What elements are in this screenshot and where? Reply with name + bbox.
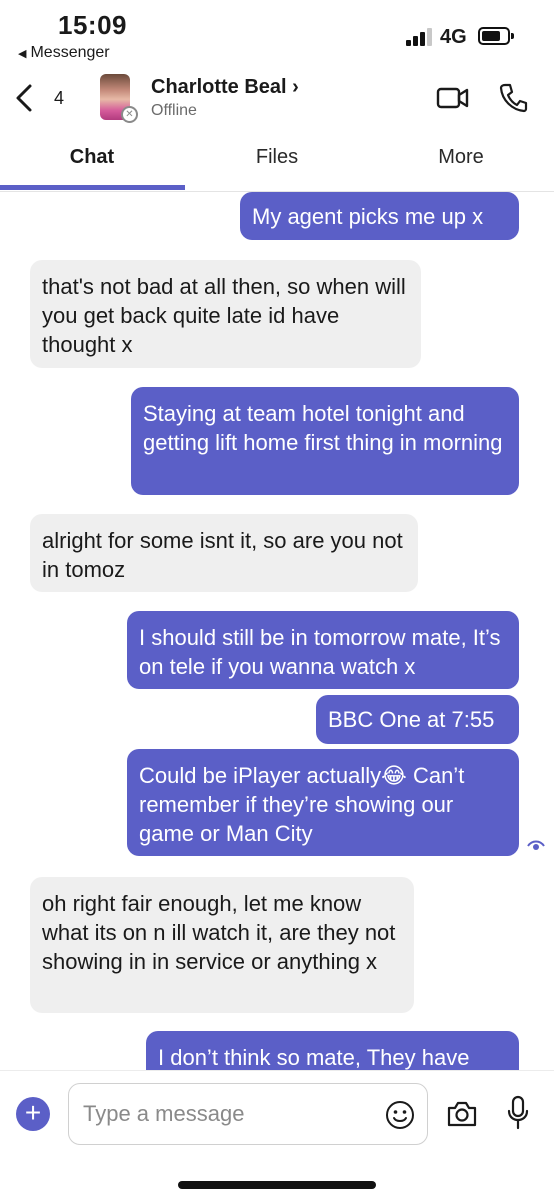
message-bubble-incoming[interactable]: oh right fair enough, let me know what i… (30, 877, 414, 1013)
unread-count[interactable]: 4 (54, 88, 64, 109)
plus-icon[interactable]: + (16, 1097, 50, 1131)
video-call-icon[interactable] (436, 84, 470, 112)
message-composer: + (0, 1070, 554, 1200)
phone-call-icon[interactable] (498, 82, 528, 114)
chevron-right-icon: › (292, 76, 299, 98)
contact-name[interactable]: Charlotte Beal › (151, 76, 299, 99)
back-triangle-icon: ◀ (18, 47, 27, 60)
contact-name-text: Charlotte Beal (151, 76, 287, 98)
chevron-left-icon[interactable] (12, 78, 38, 118)
message-bubble-outgoing[interactable]: My agent picks me up x (240, 192, 519, 240)
status-bar: 15:09 ◀ Messenger 4G (0, 0, 554, 66)
microphone-icon[interactable] (506, 1095, 530, 1131)
chat-tabs: Chat Files More (0, 130, 554, 192)
camera-icon[interactable] (446, 1099, 478, 1129)
cellular-signal-icon (406, 28, 434, 46)
message-bubble-outgoing[interactable]: I don’t think so mate, They have (146, 1031, 519, 1070)
back-to-app-link[interactable]: ◀ Messenger (18, 44, 110, 62)
back-app-label: Messenger (30, 44, 110, 61)
message-bubble-outgoing[interactable]: Staying at team hotel tonight and gettin… (131, 387, 519, 495)
contact-status: Offline (151, 102, 197, 119)
emoji-icon[interactable] (385, 1100, 415, 1130)
message-input-box[interactable] (68, 1083, 428, 1145)
chat-header: 4 ✕ Charlotte Beal › Offline (0, 66, 554, 130)
network-type: 4G (440, 26, 467, 48)
tab-more[interactable]: More (369, 146, 553, 169)
tab-chat[interactable]: Chat (0, 146, 184, 169)
message-input[interactable] (83, 1098, 373, 1130)
offline-presence-icon: ✕ (121, 106, 138, 123)
status-time: 15:09 (58, 10, 127, 40)
message-bubble-incoming[interactable]: alright for some isnt it, so are you not… (30, 514, 418, 592)
message-list[interactable]: My agent picks me up x that's not bad at… (0, 192, 554, 1070)
tab-files[interactable]: Files (185, 146, 369, 169)
seen-eye-icon (527, 840, 545, 850)
home-indicator (178, 1181, 376, 1189)
message-bubble-outgoing[interactable]: Could be iPlayer actually😂 Can’t remembe… (127, 749, 519, 856)
message-bubble-incoming[interactable]: that's not bad at all then, so when will… (30, 260, 421, 368)
battery-icon (478, 27, 514, 45)
message-bubble-outgoing[interactable]: BBC One at 7:55 (316, 695, 519, 744)
message-bubble-outgoing[interactable]: I should still be in tomorrow mate, It’s… (127, 611, 519, 689)
active-tab-indicator (0, 185, 185, 190)
